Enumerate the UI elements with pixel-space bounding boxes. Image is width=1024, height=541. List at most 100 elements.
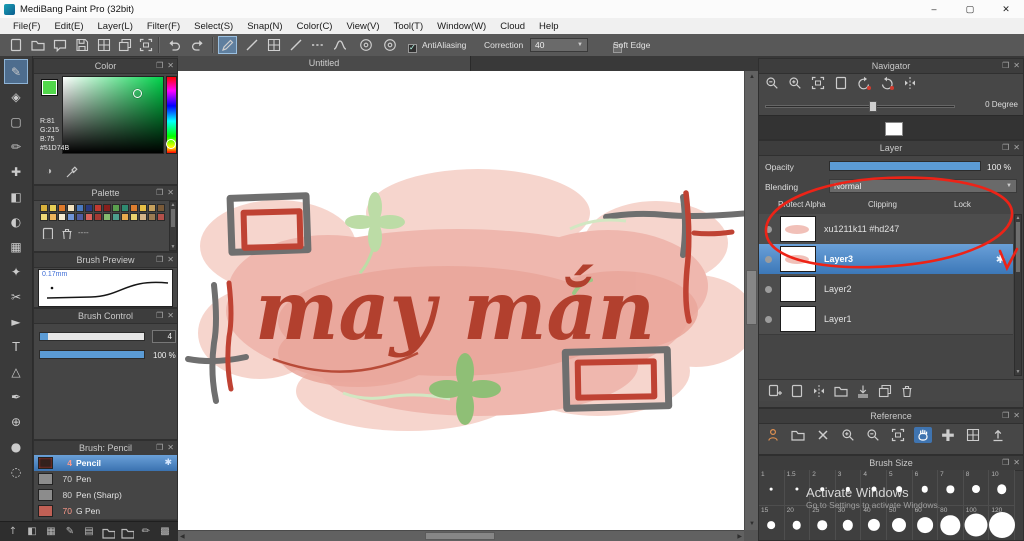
comment-icon[interactable] (50, 36, 69, 54)
sv-indicator[interactable] (133, 89, 142, 98)
merge-down-icon[interactable] (855, 383, 870, 398)
menu-item-file[interactable]: File(F) (6, 21, 47, 32)
select-pen-tool-icon[interactable]: ✂ (4, 284, 28, 309)
open-cloud-folder-icon[interactable] (101, 525, 115, 539)
palette-swatch[interactable] (120, 203, 129, 212)
layer-visibility-dot[interactable] (765, 255, 772, 263)
layer-list-scrollbar[interactable]: ▲ ▼ (1014, 214, 1022, 376)
brush-size-cell-25[interactable]: 25 (810, 506, 836, 540)
toggle-materials-icon[interactable]: ▩ (158, 525, 172, 539)
popout-icon[interactable]: ❒ (156, 441, 163, 455)
palette-swatch[interactable] (39, 203, 48, 212)
brush-tool-icon[interactable]: ✎ (4, 59, 28, 84)
undo-icon[interactable] (164, 36, 183, 54)
palette-swatch[interactable] (156, 212, 165, 221)
palette-swatch[interactable] (138, 212, 147, 221)
palette-swatch[interactable] (129, 203, 138, 212)
menu-item-snap[interactable]: Snap(N) (240, 21, 289, 32)
flip-canvas-icon[interactable] (901, 75, 918, 91)
blending-dropdown[interactable]: Normal ▼ (829, 179, 1017, 193)
palette-swatch[interactable] (84, 203, 93, 212)
palette-swatch[interactable] (138, 203, 147, 212)
palette-swatch[interactable] (57, 203, 66, 212)
snap-off-icon[interactable] (218, 36, 237, 54)
select-tool-icon[interactable]: ▦ (4, 234, 28, 259)
menu-item-edit[interactable]: Edit(E) (47, 21, 90, 32)
navigator-preview[interactable] (759, 115, 1023, 139)
zoom-in-icon[interactable] (786, 75, 803, 91)
brush-size-cell-5[interactable]: 5 (886, 470, 913, 506)
brush-size-cell-80[interactable]: 80 (938, 506, 964, 540)
reference-grid-icon[interactable] (964, 427, 982, 443)
brush-size-cell-1[interactable]: 1 (759, 470, 785, 506)
palette-swatch[interactable] (75, 203, 84, 212)
rotate-right-icon[interactable] (878, 75, 895, 91)
palette-swatch[interactable] (147, 203, 156, 212)
palette-scrollbar[interactable]: ▲ ▼ (169, 201, 177, 251)
rotation-slider[interactable] (765, 105, 955, 108)
open-local-folder-icon[interactable] (120, 525, 134, 539)
drawing-canvas[interactable]: may mắn (178, 71, 763, 530)
close-button[interactable]: ✕ (988, 0, 1024, 18)
canvas-vertical-scrollbar[interactable]: ▲ ▼ (744, 71, 758, 530)
palette-swatch[interactable] (111, 212, 120, 221)
layer-row-layer2[interactable]: Layer2 (759, 274, 1013, 305)
eyedropper-tool-icon[interactable]: ✒ (4, 384, 28, 409)
brush-item-pencil[interactable]: 4 Pencil ✱ (34, 455, 177, 472)
palette-swatch[interactable] (147, 212, 156, 221)
save-icon[interactable] (72, 36, 91, 54)
add-folder-icon[interactable] (833, 383, 848, 398)
popout-icon[interactable]: ❒ (156, 253, 163, 267)
brush-size-cell-30[interactable]: 30 (836, 506, 862, 540)
close-icon[interactable]: ✕ (167, 59, 174, 73)
menu-item-layer[interactable]: Layer(L) (91, 21, 140, 32)
zoom-out-icon[interactable] (763, 75, 780, 91)
popout-icon[interactable]: ❒ (1002, 141, 1009, 155)
duplicate-layer-icon[interactable] (789, 383, 804, 398)
reference-hand-icon[interactable] (914, 427, 932, 443)
popout-icon[interactable]: ❒ (156, 59, 163, 73)
workspace-layout-icon[interactable] (136, 36, 155, 54)
reference-clear-icon[interactable] (814, 427, 832, 443)
palette-swatch[interactable] (66, 203, 75, 212)
brush-item-pen-sharp[interactable]: 80 Pen (Sharp) (34, 487, 177, 504)
palette-swatch[interactable] (48, 212, 57, 221)
reference-zoom-out-icon[interactable] (864, 427, 882, 443)
maximize-button[interactable]: ▢ (952, 0, 988, 18)
gradient-tool-icon[interactable]: ◐ (4, 209, 28, 234)
brush-size-value[interactable]: 4 (152, 330, 176, 343)
palette-swatch[interactable] (57, 212, 66, 221)
brush-size-slider[interactable] (39, 332, 145, 341)
fit-window-icon[interactable] (809, 75, 826, 91)
open-file-icon[interactable] (28, 36, 47, 54)
redo-icon[interactable] (188, 36, 207, 54)
delete-layer-icon[interactable] (899, 383, 914, 398)
move-tool-icon[interactable]: ✚ (4, 159, 28, 184)
menu-item-select[interactable]: Select(S) (187, 21, 240, 32)
brush-size-cell-6[interactable]: 6 (912, 470, 939, 506)
hue-slider[interactable] (166, 76, 177, 154)
menu-item-filter[interactable]: Filter(F) (140, 21, 187, 32)
reference-fit-icon[interactable] (889, 427, 907, 443)
color-picker-mode-icon[interactable]: ◑ (42, 164, 56, 178)
palette-swatch[interactable] (93, 212, 102, 221)
snap-curve-icon[interactable] (330, 36, 349, 54)
brush-item-pen[interactable]: 70 Pen (34, 471, 177, 488)
reference-open-icon[interactable] (789, 427, 807, 443)
layer-visibility-dot[interactable] (765, 285, 772, 293)
canvas-horizontal-scrollbar[interactable]: ◀ ▶ (178, 530, 744, 541)
palette-swatch[interactable] (102, 212, 111, 221)
menu-item-window[interactable]: Window(W) (430, 21, 493, 32)
minimize-button[interactable]: – (916, 0, 952, 18)
brush-size-cell-10[interactable]: 10 (989, 470, 1015, 506)
close-icon[interactable]: ✕ (1013, 141, 1020, 155)
snap-dash-icon[interactable] (308, 36, 327, 54)
brush-size-cell-60[interactable]: 60 (913, 506, 939, 540)
brush-size-cell-1.5[interactable]: 1.5 (784, 470, 811, 506)
pencil-tool-icon[interactable]: ✏ (4, 134, 28, 159)
layer-order-icon[interactable] (811, 383, 826, 398)
brush-settings-icon[interactable]: ✱ (164, 458, 172, 468)
brush-size-cell-4[interactable]: 4 (861, 470, 887, 506)
delete-color-icon[interactable] (59, 226, 72, 239)
snap-radial-icon[interactable] (380, 36, 399, 54)
